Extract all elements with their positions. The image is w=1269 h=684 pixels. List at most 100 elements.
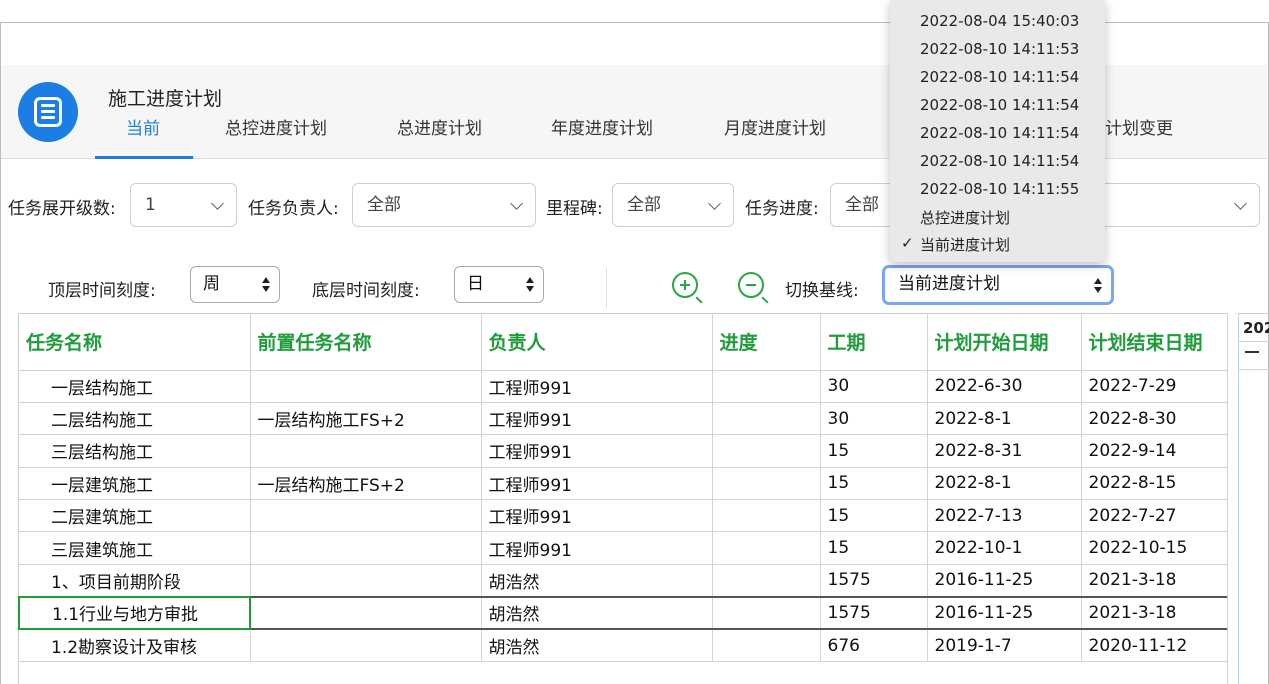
column-header-predecessor[interactable]: 前置任务名称 [250, 313, 482, 371]
cell-end-date[interactable]: 2022-8-30 [1081, 402, 1229, 436]
cell-duration[interactable]: 15 [820, 434, 928, 468]
cell-end-date[interactable]: 2020-11-12 [1081, 629, 1229, 663]
column-header-task-name[interactable]: 任务名称 [19, 313, 251, 371]
cell-owner[interactable]: 胡浩然 [481, 595, 713, 631]
cell-predecessor[interactable] [250, 531, 482, 565]
table-row[interactable]: 三层结构施工 工程师991 15 2022-8-31 2022-9-14 [19, 434, 1229, 468]
cell-predecessor[interactable] [250, 595, 482, 631]
table-row[interactable]: 一层建筑施工 一层结构施工FS+2 工程师991 15 2022-8-1 2022-8-1… [19, 467, 1229, 501]
cell-predecessor[interactable]: 一层结构施工FS+2 [250, 402, 482, 436]
cell-progress[interactable] [712, 370, 821, 403]
tab-current[interactable]: 当前 [126, 114, 160, 139]
table-row[interactable]: 1.1行业与地方审批 胡浩然 1575 2016-11-25 2021-3-18 [18, 595, 1229, 631]
cell-progress[interactable] [712, 531, 821, 565]
cell-owner[interactable]: 工程师991 [481, 370, 713, 403]
dropdown-option[interactable]: 2022-08-10 14:11:55 [920, 180, 1079, 198]
zoom-in-icon[interactable] [672, 272, 698, 298]
dropdown-option[interactable]: 2022-08-10 14:11:54 [920, 68, 1079, 86]
column-header-start-date[interactable]: 计划开始日期 [927, 313, 1082, 371]
cell-progress[interactable] [712, 402, 821, 436]
table-row[interactable]: 1.2勘察设计及审核 胡浩然 676 2019-1-7 2020-11-12 [19, 629, 1229, 663]
column-header-owner[interactable]: 负责人 [481, 313, 713, 371]
cell-start-date[interactable]: 2022-6-30 [927, 370, 1082, 403]
cell-progress[interactable] [712, 467, 821, 501]
dropdown-option[interactable]: 2022-08-10 14:11:54 [920, 96, 1079, 114]
dropdown-option[interactable]: 2022-08-10 14:11:53 [920, 40, 1079, 58]
cell-progress[interactable] [712, 499, 821, 533]
cell-duration[interactable]: 30 [820, 370, 928, 403]
dropdown-option[interactable]: 2022-08-10 14:11:54 [920, 152, 1079, 170]
baseline-select[interactable]: 当前进度计划 [882, 265, 1114, 305]
cell-progress[interactable] [712, 434, 821, 468]
table-row[interactable]: 二层结构施工 一层结构施工FS+2 工程师991 30 2022-8-1 2022-8-3… [19, 402, 1229, 436]
cell-task-name[interactable]: 二层建筑施工 [19, 499, 251, 533]
dropdown-option[interactable]: 当前进度计划 ✓ [901, 234, 1010, 255]
cell-end-date[interactable]: 2021-3-18 [1081, 564, 1229, 598]
cell-progress[interactable] [712, 629, 821, 663]
cell-progress[interactable] [712, 595, 821, 631]
cell-owner[interactable]: 胡浩然 [481, 629, 713, 663]
cell-duration[interactable]: 15 [820, 467, 928, 501]
column-header-progress[interactable]: 进度 [712, 313, 821, 371]
table-row[interactable]: 三层建筑施工 工程师991 15 2022-10-1 2022-10-15 [19, 531, 1229, 565]
cell-predecessor[interactable] [250, 370, 482, 403]
cell-owner[interactable]: 工程师991 [481, 402, 713, 436]
cell-start-date[interactable]: 2022-7-13 [927, 499, 1082, 533]
cell-predecessor[interactable]: 一层结构施工FS+2 [250, 467, 482, 501]
cell-duration[interactable]: 676 [820, 629, 928, 663]
cell-duration[interactable]: 15 [820, 499, 928, 533]
cell-start-date[interactable]: 2016-11-25 [927, 595, 1082, 631]
zoom-out-icon[interactable] [738, 272, 764, 298]
cell-task-name[interactable]: 三层建筑施工 [19, 531, 251, 565]
cell-start-date[interactable]: 2016-11-25 [927, 564, 1082, 598]
dropdown-option[interactable]: 2022-08-10 14:11:54 [920, 124, 1079, 142]
cell-task-name[interactable]: 二层结构施工 [19, 402, 251, 436]
cell-task-name[interactable]: 一层建筑施工 [19, 467, 251, 501]
tab-master-control-plan[interactable]: 总控进度计划 [225, 114, 327, 139]
cell-duration[interactable]: 1575 [820, 595, 928, 631]
cell-end-date[interactable]: 2022-9-14 [1081, 434, 1229, 468]
cell-owner[interactable]: 工程师991 [481, 467, 713, 501]
bottom-scale-select[interactable]: 日 [454, 266, 544, 303]
cell-duration[interactable]: 30 [820, 402, 928, 436]
column-header-duration[interactable]: 工期 [820, 313, 928, 371]
cell-task-name[interactable]: 1.1行业与地方审批 [18, 595, 251, 631]
tab-overall-plan[interactable]: 总进度计划 [397, 114, 482, 139]
level-select[interactable]: 1 [130, 183, 237, 227]
cell-start-date[interactable]: 2022-8-1 [927, 402, 1082, 436]
cell-owner[interactable]: 工程师991 [481, 499, 713, 533]
table-row[interactable]: 一层结构施工 工程师991 30 2022-6-30 2022-7-29 [19, 370, 1229, 403]
table-row[interactable]: 1、项目前期阶段 胡浩然 1575 2016-11-25 2021-3-18 [19, 564, 1229, 598]
cell-end-date[interactable]: 2022-7-29 [1081, 370, 1229, 403]
cell-end-date[interactable]: 2021-3-18 [1081, 595, 1229, 631]
cell-progress[interactable] [712, 564, 821, 598]
cell-predecessor[interactable] [250, 434, 482, 468]
cell-end-date[interactable]: 2022-7-27 [1081, 499, 1229, 533]
cell-predecessor[interactable] [250, 499, 482, 533]
table-row[interactable]: 二层建筑施工 工程师991 15 2022-7-13 2022-7-27 [19, 499, 1229, 533]
pane-splitter[interactable] [1227, 313, 1239, 684]
cell-start-date[interactable]: 2019-1-7 [927, 629, 1082, 663]
dropdown-option[interactable]: 总控进度计划 [920, 207, 1010, 228]
cell-start-date[interactable]: 2022-10-1 [927, 531, 1082, 565]
cell-task-name[interactable]: 三层结构施工 [19, 434, 251, 468]
column-header-end-date[interactable]: 计划结束日期 [1081, 313, 1229, 371]
cell-predecessor[interactable] [250, 564, 482, 598]
dropdown-option[interactable]: 2022-08-04 15:40:03 [920, 12, 1079, 30]
cell-owner[interactable]: 工程师991 [481, 434, 713, 468]
cell-task-name[interactable]: 1.2勘察设计及审核 [19, 629, 251, 663]
cell-predecessor[interactable] [250, 629, 482, 663]
cell-start-date[interactable]: 2022-8-31 [927, 434, 1082, 468]
cell-duration[interactable]: 1575 [820, 564, 928, 598]
cell-owner[interactable]: 胡浩然 [481, 564, 713, 598]
milestone-select[interactable]: 全部 [612, 183, 734, 227]
tab-annual-plan[interactable]: 年度进度计划 [551, 114, 653, 139]
cell-owner[interactable]: 工程师991 [481, 531, 713, 565]
cell-task-name[interactable]: 一层结构施工 [19, 370, 251, 403]
cell-end-date[interactable]: 2022-10-15 [1081, 531, 1229, 565]
cell-start-date[interactable]: 2022-8-1 [927, 467, 1082, 501]
cell-task-name[interactable]: 1、项目前期阶段 [19, 564, 251, 598]
cell-end-date[interactable]: 2022-8-15 [1081, 467, 1229, 501]
top-scale-select[interactable]: 周 [190, 266, 280, 303]
owner-select[interactable]: 全部 [352, 183, 536, 227]
